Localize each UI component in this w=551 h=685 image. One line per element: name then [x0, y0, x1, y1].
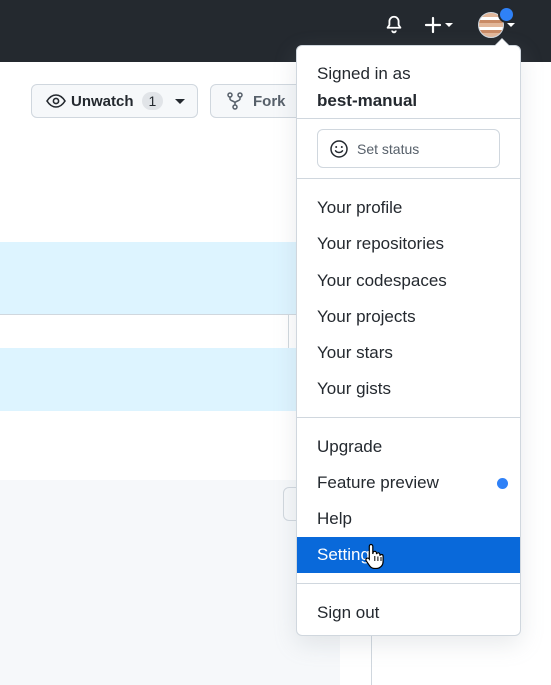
unwatch-button[interactable]: Unwatch 1 — [31, 84, 198, 118]
set-status-label: Set status — [357, 140, 420, 157]
notification-dot — [498, 6, 515, 23]
menu-item-your-gists[interactable]: Your gists — [297, 371, 520, 407]
user-menu-button[interactable] — [478, 6, 524, 38]
list-row — [0, 348, 340, 412]
menu-item-upgrade[interactable]: Upgrade — [297, 429, 520, 465]
menu-item-sign-out[interactable]: Sign out — [297, 595, 520, 631]
menu-item-label: Your projects — [317, 307, 416, 326]
divider — [288, 315, 289, 349]
signed-in-label: Signed in as — [317, 64, 411, 83]
menu-item-label: Your profile — [317, 198, 403, 217]
menu-divider — [297, 417, 520, 418]
watchers-count: 1 — [141, 92, 164, 110]
bell-icon — [386, 15, 402, 34]
user-dropdown-menu: Signed in as best-manual Set status Your… — [296, 38, 521, 636]
menu-item-label: Feature preview — [317, 473, 439, 492]
menu-item-your-codespaces[interactable]: Your codespaces — [297, 263, 520, 299]
new-feature-dot — [497, 478, 508, 489]
notifications-button[interactable] — [383, 12, 409, 38]
menu-item-label: Sign out — [317, 603, 380, 622]
menu-divider — [297, 118, 520, 119]
chevron-down-icon — [507, 23, 515, 27]
signed-in-info: Signed in as best-manual — [317, 60, 417, 114]
list-row — [0, 315, 340, 349]
create-new-button[interactable] — [424, 12, 466, 38]
fork-icon — [227, 92, 243, 110]
menu-item-help[interactable]: Help — [297, 501, 520, 537]
fork-label: Fork — [253, 92, 286, 110]
menu-item-label: Your stars — [317, 343, 393, 362]
menu-item-label: Your codespaces — [317, 271, 447, 290]
list-row — [0, 201, 340, 243]
menu-item-feature-preview[interactable]: Feature preview — [297, 465, 520, 501]
list-row — [0, 242, 340, 315]
menu-item-settings[interactable]: Settings — [297, 537, 520, 573]
menu-arrow — [494, 38, 510, 46]
menu-item-your-profile[interactable]: Your profile — [297, 190, 520, 226]
chevron-down-icon — [445, 23, 453, 27]
menu-item-your-repositories[interactable]: Your repositories — [297, 226, 520, 262]
smiley-icon — [330, 139, 348, 158]
hand-cursor-icon — [365, 543, 384, 569]
menu-item-label: Help — [317, 509, 352, 528]
set-status-button[interactable]: Set status — [317, 129, 500, 168]
list-row — [0, 411, 340, 480]
username: best-manual — [317, 91, 418, 110]
chevron-down-icon — [175, 98, 186, 104]
menu-item-label: Your gists — [317, 379, 392, 398]
menu-divider — [297, 583, 520, 584]
menu-item-your-projects[interactable]: Your projects — [297, 299, 520, 335]
plus-icon — [424, 16, 442, 34]
menu-divider — [297, 178, 520, 179]
unwatch-label: Unwatch — [71, 92, 134, 110]
menu-item-your-stars[interactable]: Your stars — [297, 335, 520, 371]
divider — [371, 630, 372, 685]
eye-icon — [46, 94, 66, 108]
menu-item-label: Upgrade — [317, 437, 383, 456]
menu-item-label: Your repositories — [317, 234, 444, 253]
